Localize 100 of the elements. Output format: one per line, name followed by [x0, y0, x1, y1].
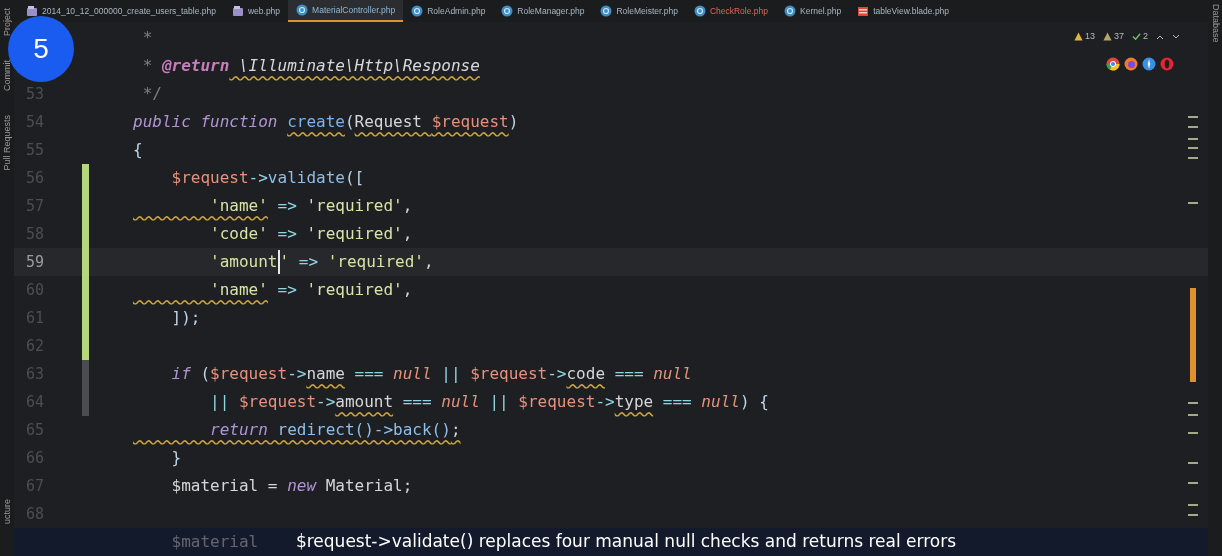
code-token: $request — [210, 363, 288, 385]
code-token: $request — [238, 391, 317, 413]
code-token: => — [276, 279, 298, 301]
code-token: => — [297, 251, 320, 273]
caption-text: $request->validate() replaces four manual null checks and returns real errors — [294, 530, 957, 554]
code-token: === — [661, 391, 693, 413]
code-token: redirect()->back() — [276, 419, 451, 441]
code-token: 'required' — [306, 223, 403, 245]
editor-tab[interactable]: RoleAdmin.php — [403, 0, 494, 22]
changed-lines-marker[interactable] — [82, 360, 89, 388]
code-token: new — [287, 475, 317, 497]
tab-label: MaterialController.php — [312, 3, 396, 17]
code-token: 'name' — [209, 279, 268, 301]
warning-icon — [1102, 32, 1112, 42]
tool-window-tab[interactable]: Database — [1210, 4, 1220, 43]
editor-tab[interactable]: tableView.blade.php — [849, 0, 958, 22]
code-token: === — [401, 391, 433, 413]
tab-label: Kernel.php — [800, 4, 842, 18]
code-token: * — [141, 27, 153, 49]
class-file-icon — [693, 5, 706, 17]
class-file-icon — [600, 5, 613, 17]
tab-label: RoleAdmin.php — [427, 4, 486, 18]
code-token: public function — [133, 111, 279, 133]
code-token: -> — [316, 391, 336, 413]
code-token: $request — [170, 167, 249, 189]
code-token: 'name' — [209, 195, 268, 217]
code-token: type — [614, 391, 654, 413]
code-token: $request — [431, 111, 509, 133]
code-token: || — [440, 363, 462, 385]
chevron-down-icon[interactable] — [1172, 33, 1180, 40]
database-file-icon — [26, 5, 38, 17]
code-token: => — [276, 195, 298, 217]
code-token: code — [566, 363, 605, 385]
editor-tab[interactable]: MaterialController.php — [288, 0, 404, 22]
code-token: 'code' — [209, 223, 268, 245]
check-icon — [1132, 32, 1141, 42]
code-token: */ — [141, 83, 162, 105]
opera-icon[interactable] — [1160, 57, 1174, 71]
database-file-icon — [231, 5, 244, 17]
code-token: $material = — [170, 475, 279, 497]
code-token: ) { — [739, 391, 769, 413]
code-token: 'required' — [306, 195, 403, 217]
code-token: $request — [470, 363, 548, 385]
editor-tab[interactable]: RoleManager.php — [493, 0, 593, 22]
code-token: name — [306, 363, 345, 385]
code-token: Material; — [324, 475, 413, 497]
code-token: { — [133, 139, 143, 161]
code-token: ) — [508, 111, 519, 133]
code-token: if — [170, 363, 191, 385]
added-lines-marker[interactable] — [82, 332, 89, 360]
code-token: ; — [450, 419, 461, 441]
code-token: , — [402, 279, 413, 301]
editor-tab[interactable]: Kernel.php — [776, 0, 850, 22]
code-token: @return — [161, 55, 230, 77]
code-token: * — [141, 55, 154, 77]
tab-label: CheckRole.php — [709, 4, 768, 18]
code-token: , — [424, 251, 434, 273]
code-token: } — [170, 447, 182, 469]
code-token: ([ — [344, 167, 365, 189]
editor-tab[interactable]: CheckRole.php — [685, 0, 776, 22]
editor-tab[interactable]: RoleMeister.php — [592, 0, 686, 22]
chrome-icon[interactable] — [1106, 57, 1120, 71]
code-token: \Illuminate\Http\Response — [237, 55, 480, 77]
added-lines-marker[interactable] — [82, 164, 89, 192]
warning-icon — [1073, 32, 1083, 42]
tab-label: tableView.blade.php — [873, 4, 950, 18]
class-file-icon — [296, 4, 309, 16]
chevron-up-icon[interactable] — [1156, 33, 1164, 40]
code-token: ]); — [170, 307, 201, 329]
warning-count[interactable]: 13 — [1073, 30, 1095, 44]
code-token: return — [209, 419, 268, 441]
code-token: -> — [595, 391, 615, 413]
code-token: || — [488, 391, 510, 413]
code-token: === — [353, 363, 385, 385]
code-token: -> — [287, 363, 307, 385]
tab-label: web.php — [247, 4, 281, 18]
editor-tab[interactable]: web.php — [223, 0, 289, 22]
code-token: 'required' — [306, 279, 403, 301]
tool-window-tab[interactable]: ucture — [2, 499, 12, 524]
code-token: => — [276, 223, 298, 245]
typo-count[interactable]: 2 — [1132, 30, 1148, 44]
code-token: === — [613, 363, 645, 385]
code-token: || — [209, 391, 231, 413]
code-token: create — [287, 111, 345, 133]
code-token: -> — [248, 167, 268, 189]
tool-window-tab[interactable]: Pull Requests — [2, 115, 12, 171]
code-token: , — [402, 223, 413, 245]
code-token: $request — [518, 391, 596, 413]
code-token: $material — [170, 531, 259, 553]
code-token: amount — [335, 391, 394, 413]
firefox-icon[interactable] — [1124, 57, 1138, 71]
changed-lines-marker[interactable] — [82, 388, 89, 416]
code-token: , — [402, 195, 413, 217]
class-file-icon — [411, 5, 424, 17]
class-file-icon — [784, 5, 796, 17]
compass-icon[interactable] — [1142, 57, 1156, 71]
weak-warning-count[interactable]: 37 — [1102, 30, 1124, 44]
code-token: ' — [279, 251, 290, 273]
code-token: ( — [344, 111, 355, 133]
code-token: -> — [547, 363, 567, 385]
